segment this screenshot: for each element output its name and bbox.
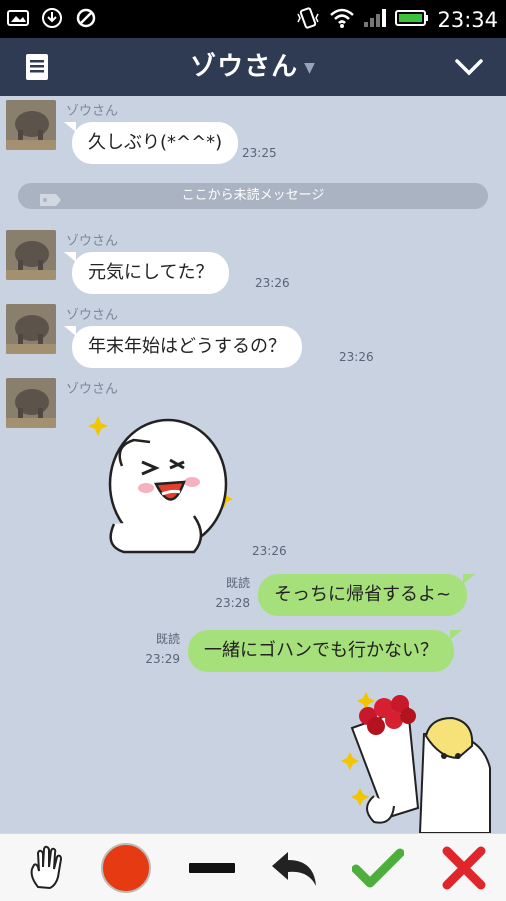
avatar[interactable] [6,230,56,280]
undo-icon[interactable] [266,840,322,896]
triangle-down-icon: ▼ [304,59,316,76]
sender-name: ゾウさん [66,104,119,119]
chat-title-dropdown[interactable]: ゾウさん ▼ [0,46,506,83]
message-time: 23:26 [339,350,374,364]
tag-icon [38,190,62,206]
sender-name: ゾウさん [66,234,119,249]
wifi-icon [329,7,355,33]
hand-icon[interactable] [18,840,74,896]
signal-icon [363,8,387,32]
avatar[interactable] [6,100,56,150]
record-icon[interactable] [98,840,154,896]
chat-title: ゾウさん [190,52,299,82]
minus-icon[interactable] [184,840,240,896]
message-bubble[interactable]: 久しぶり(*^^*) [63,122,239,164]
avatar[interactable] [6,304,56,354]
read-status: 既読 [225,576,250,590]
sender-name: ゾウさん [66,308,119,323]
message-bubble[interactable]: 元気にしてた？ [63,252,230,294]
status-bar: 23:34 [0,0,506,38]
chat-area[interactable]: ゾウさん 久しぶり(*^^*) 23:25 ここから未読メッセージ ゾウさん 元… [0,96,506,833]
avatar[interactable] [6,378,56,428]
image-notification-icon [6,6,30,30]
message-bubble[interactable]: 年末年始はどうするの？ [64,326,302,368]
blocked-icon [74,6,98,30]
chat-header: ゾウさん ▼ [0,38,506,96]
read-status: 既読 [155,632,180,646]
check-icon[interactable] [350,840,406,896]
message-time: 23:25 [242,146,277,160]
battery-icon [395,9,429,31]
close-icon[interactable] [436,840,492,896]
message-bubble[interactable]: そっちに帰省するよ~ [258,574,476,616]
message-time: 23:26 [252,544,287,558]
unread-divider: ここから未読メッセージ [18,183,488,209]
sender-name: ゾウさん [66,382,119,397]
unread-divider-label: ここから未読メッセージ [181,188,325,203]
moon-wink-sticker[interactable] [84,406,240,556]
message-time: 23:28 [215,596,250,610]
download-icon [40,6,64,30]
message-time: 23:26 [255,276,290,290]
chevron-down-icon[interactable] [452,52,486,82]
vibrate-icon [295,6,321,34]
annotation-toolbar [0,833,506,901]
clock: 23:34 [437,8,498,32]
message-time: 23:29 [145,652,180,666]
message-bubble[interactable]: 一緒にゴハンでも行かない？ [188,630,462,672]
bouquet-sticker[interactable] [330,688,500,833]
